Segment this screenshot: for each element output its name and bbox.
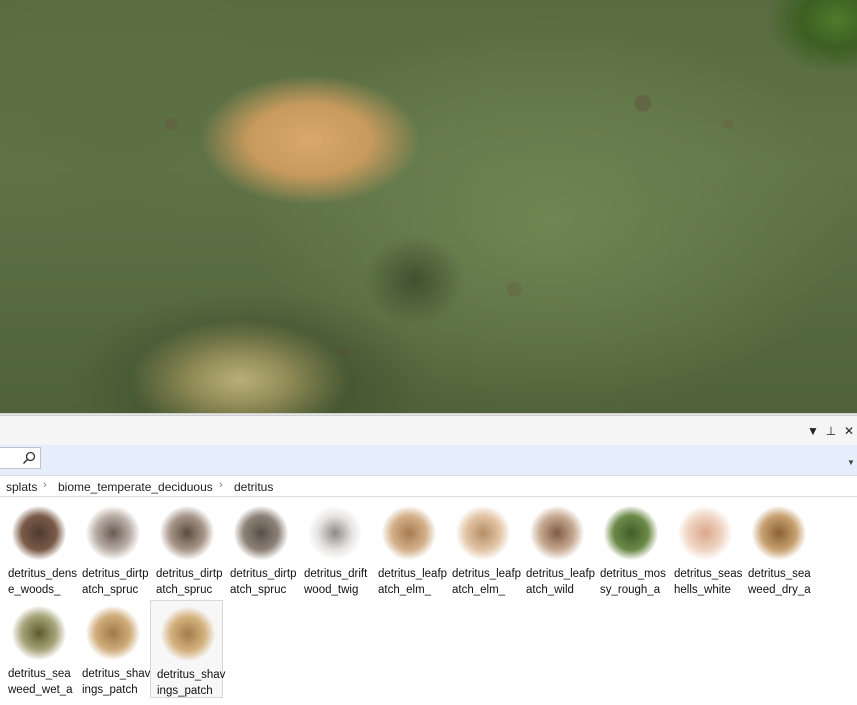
asset-label: detritus_dirtpatch_spruc [156, 568, 223, 596]
asset-label: detritus_seaweed_dry_a [748, 568, 811, 596]
breadcrumb-item-splats[interactable]: splats [6, 480, 37, 494]
breadcrumb-item-detritus[interactable]: detritus [234, 480, 273, 494]
asset-label: detritus_seaweed_wet_a [8, 668, 73, 696]
asset-label: detritus_dirtpatch_spruc [82, 568, 149, 596]
close-icon[interactable]: ✕ [842, 424, 856, 438]
asset-tile[interactable]: detritus_seashells_white [668, 500, 743, 598]
breadcrumb-separator: › [219, 479, 223, 491]
asset-thumbnail [160, 506, 214, 560]
asset-label: detritus_leafpatch_elm_ [378, 568, 448, 596]
asset-tile[interactable]: detritus_seaweed_dry_a [742, 500, 815, 598]
asset-thumbnail [382, 506, 436, 560]
fern-cluster [360, 230, 470, 330]
dropdown-arrow-icon[interactable]: ▼ [806, 424, 820, 438]
breadcrumb: splats › biome_temperate_deciduous › det… [0, 475, 857, 497]
asset-label: detritus_driftwood_twig [304, 568, 368, 596]
asset-tile[interactable]: detritus_shavings_patch [76, 600, 151, 698]
asset-thumbnail [161, 607, 215, 661]
asset-label: detritus_shavings_patch [157, 669, 226, 697]
asset-thumbnail [12, 506, 66, 560]
asset-tile[interactable]: detritus_leafpatch_elm_ [446, 500, 522, 598]
asset-tile[interactable]: detritus_seaweed_wet_a [2, 600, 75, 698]
breadcrumb-separator: › [43, 479, 47, 491]
asset-thumbnail [456, 506, 510, 560]
asset-thumbnail [530, 506, 584, 560]
asset-thumbnail [752, 506, 806, 560]
asset-thumbnail [604, 506, 658, 560]
asset-tile[interactable]: detritus_dense_woods_ [2, 500, 78, 598]
asset-tile[interactable]: detritus_mossy_rough_a [594, 500, 667, 598]
asset-label: detritus_seashells_white [674, 568, 743, 596]
asset-grid: detritus_dense_woods_ detritus_dirtpatch_… [0, 500, 857, 705]
asset-thumbnail [308, 506, 362, 560]
asset-label: detritus_dense_woods_ [8, 568, 78, 596]
search-icon[interactable] [22, 451, 36, 465]
asset-tile[interactable]: detritus_dirtpatch_spruc [76, 500, 149, 598]
asset-tile[interactable]: detritus_shavings_patch [150, 600, 225, 698]
asset-label: detritus_shavings_patch [82, 668, 151, 696]
asset-thumbnail [86, 606, 140, 660]
asset-tile[interactable]: detritus_leafpatch_wild [520, 500, 596, 598]
asset-label: detritus_leafpatch_elm_ [452, 568, 522, 596]
tree-foliage [737, 0, 857, 100]
asset-thumbnail [678, 506, 732, 560]
asset-label: detritus_mossy_rough_a [600, 568, 666, 596]
scene-viewport[interactable] [0, 0, 857, 413]
chevron-down-icon[interactable]: ▼ [847, 459, 855, 467]
breadcrumb-item-biome[interactable]: biome_temperate_deciduous [58, 480, 213, 494]
asset-tile[interactable]: detritus_dirtpatch_spruc [150, 500, 223, 598]
dead-shrub [120, 300, 360, 413]
panel-header: ▼ ⊥ ✕ [0, 416, 857, 445]
asset-thumbnail [86, 506, 140, 560]
asset-label: detritus_leafpatch_wild [526, 568, 596, 596]
asset-tile[interactable]: detritus_leafpatch_elm_ [372, 500, 448, 598]
asset-thumbnail [234, 506, 288, 560]
asset-tile[interactable]: detritus_driftwood_twig [298, 500, 371, 598]
asset-tile[interactable]: detritus_dirtpatch_spruc [224, 500, 297, 598]
asset-label: detritus_dirtpatch_spruc [230, 568, 297, 596]
asset-browser-panel: ▼ ⊥ ✕ ▼ splats › biome_temperate_deciduo… [0, 416, 857, 705]
pin-icon[interactable]: ⊥ [824, 424, 838, 438]
search-toolbar: ▼ [0, 445, 857, 475]
asset-thumbnail [12, 606, 66, 660]
search-input[interactable] [0, 447, 41, 469]
